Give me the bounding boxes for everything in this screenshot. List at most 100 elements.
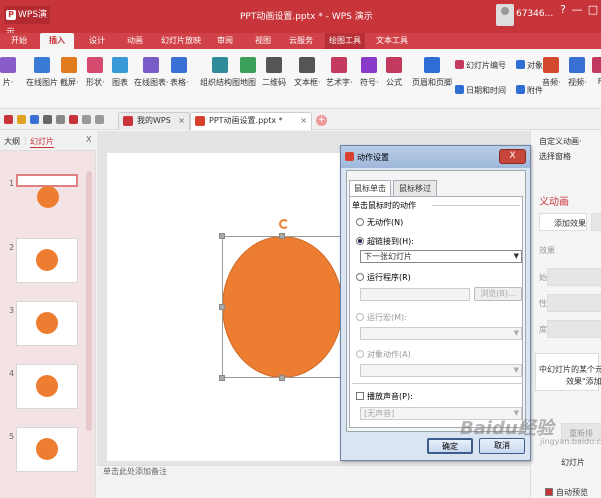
hyperlink-select[interactable]: 下一张幻灯片 ▼	[360, 250, 522, 263]
export-pdf-icon[interactable]	[69, 115, 78, 124]
ribbon-small-button[interactable]: 日期和时间	[455, 85, 506, 96]
ribbon-button[interactable]: 截屏·	[60, 57, 79, 88]
username[interactable]: 67346...	[516, 9, 553, 19]
radio-icon	[356, 218, 364, 226]
tab-insert[interactable]: 插入	[40, 33, 74, 49]
property-select[interactable]	[547, 294, 601, 312]
slide-thumbnail[interactable]	[16, 174, 78, 208]
browse-button[interactable]: 浏览(B)...	[474, 287, 522, 301]
radio-no-action[interactable]: 无动作(N)	[356, 217, 403, 228]
ribbon-button[interactable]: 图表	[112, 57, 128, 88]
tab-mouse-over[interactable]: 鼠标移过	[393, 180, 437, 196]
selection-pane-link[interactable]: 选择窗格	[539, 151, 571, 162]
ribbon-button[interactable]: 形状·	[86, 57, 105, 88]
tab-mouse-click[interactable]: 鼠标单击	[349, 180, 391, 197]
cancel-button[interactable]: 取消	[479, 438, 525, 454]
effect-label: 效果	[539, 246, 555, 255]
screenshot-icon	[61, 57, 78, 73]
ribbon-button[interactable]: 符号·	[360, 57, 379, 88]
open-icon[interactable]	[17, 115, 26, 124]
ribbon-small-label: 附件	[527, 86, 543, 95]
add-effect-button[interactable]: 添加效果	[539, 213, 587, 231]
resize-handle[interactable]	[219, 375, 225, 381]
tab-design[interactable]: 设计	[82, 33, 112, 49]
close-button[interactable]: X	[499, 149, 526, 164]
delete-icon[interactable]	[591, 213, 601, 231]
preview-icon[interactable]	[56, 115, 65, 124]
tab-ppt-document[interactable]: PPT动画设置.pptx * ×	[190, 112, 312, 130]
new-icon[interactable]	[4, 115, 13, 124]
close-icon[interactable]: ×	[178, 113, 185, 129]
resize-handle[interactable]	[219, 233, 225, 239]
auto-preview-checkbox[interactable]: 自动预览	[545, 487, 588, 498]
ribbon-button[interactable]: 组织结构图	[200, 57, 240, 88]
slideshow-button[interactable]: 幻灯片	[561, 457, 585, 468]
speed-select[interactable]	[547, 320, 601, 338]
ribbon-button[interactable]: 片·	[0, 57, 16, 88]
ribbon-button[interactable]: F	[592, 57, 601, 86]
resize-handle[interactable]	[279, 233, 285, 239]
ribbon-small-button[interactable]: 对象	[516, 60, 543, 71]
wps-icon	[123, 116, 133, 126]
ribbon-button[interactable]: 艺术字·	[326, 57, 353, 88]
redo-icon[interactable]	[95, 115, 104, 124]
ribbon-button-label: 公式	[386, 78, 402, 87]
tab-home[interactable]: 开始	[6, 33, 32, 49]
tab-slideshow[interactable]: 幻灯片放映	[157, 33, 205, 49]
tab-view[interactable]: 视图	[250, 33, 276, 49]
slide-thumbnail[interactable]	[16, 238, 78, 283]
ribbon-button[interactable]: 在线图片	[26, 57, 58, 88]
ribbon-button[interactable]: 文本框·	[294, 57, 321, 88]
radio-hyperlink[interactable]: 超链接到(H):	[356, 236, 414, 247]
ribbon-button[interactable]: 地图	[240, 57, 256, 88]
help-button[interactable]: ?	[556, 3, 570, 16]
slide-thumbnail[interactable]	[16, 427, 78, 472]
radio-run-program[interactable]: 运行程序(R)	[356, 272, 411, 283]
avatar[interactable]	[496, 4, 514, 26]
tab-outline[interactable]: 大纲	[4, 136, 20, 147]
slide-thumbnail[interactable]	[16, 364, 78, 409]
ok-button[interactable]: 确定	[427, 438, 473, 454]
resize-handle[interactable]	[219, 304, 225, 310]
ribbon-small-button[interactable]: 幻灯片编号	[455, 60, 506, 71]
slide-thumbnail[interactable]	[16, 301, 78, 346]
close-icon[interactable]: ×	[300, 113, 307, 129]
ribbon-button[interactable]: 视频·	[568, 57, 587, 88]
ribbon-small-button[interactable]: 附件	[516, 85, 543, 96]
new-tab-button[interactable]: +	[316, 115, 327, 126]
print-icon[interactable]	[43, 115, 52, 124]
scrollbar[interactable]	[86, 171, 92, 431]
ribbon-button[interactable]: 表格·	[170, 57, 189, 88]
ribbon-button[interactable]: 公式	[386, 57, 402, 88]
app-menu-button[interactable]: PWPS演示	[4, 6, 50, 38]
rotate-handle[interactable]	[279, 219, 289, 229]
tab-text-tools[interactable]: 文本工具	[372, 33, 412, 49]
tab-review[interactable]: 审阅	[212, 33, 238, 49]
tab-drawing-tools[interactable]: 绘图工具	[325, 33, 365, 49]
wps-logo-icon: P	[6, 10, 16, 20]
save-icon[interactable]	[30, 115, 39, 124]
close-panel-button[interactable]: X	[86, 135, 91, 144]
ribbon-button[interactable]: 音频·	[542, 57, 561, 88]
notes-pane[interactable]: 单击此处添加备注	[97, 465, 540, 498]
play-sound-checkbox[interactable]: 播放声音(P):	[356, 391, 413, 402]
ribbon-button[interactable]: 二维码	[262, 57, 286, 88]
minimize-button[interactable]: —	[570, 3, 584, 16]
hint-text: 效果"添加	[566, 377, 601, 386]
undo-icon[interactable]	[82, 115, 91, 124]
ribbon-button[interactable]: 页眉和页脚	[412, 57, 452, 88]
animation-list[interactable]: 中幻灯片的某个元素 效果"添加	[535, 353, 601, 391]
group-label: 单击鼠标时的动作	[352, 201, 416, 210]
maximize-button[interactable]: □	[586, 3, 600, 16]
notes-placeholder[interactable]: 单击此处添加备注	[103, 466, 167, 477]
online-chart-icon	[143, 57, 160, 73]
program-path-input[interactable]	[360, 288, 470, 301]
start-select[interactable]	[547, 268, 601, 286]
tab-my-wps[interactable]: 我的WPS ×	[118, 112, 190, 130]
tab-cloud[interactable]: 云服务	[285, 33, 317, 49]
tab-animation[interactable]: 动画	[120, 33, 150, 49]
tab-slides[interactable]: 幻灯片	[30, 136, 54, 148]
resize-handle[interactable]	[279, 375, 285, 381]
ribbon-button[interactable]: 在线图表·	[134, 57, 169, 88]
custom-animation-title[interactable]: 自定义动画·	[539, 136, 582, 147]
